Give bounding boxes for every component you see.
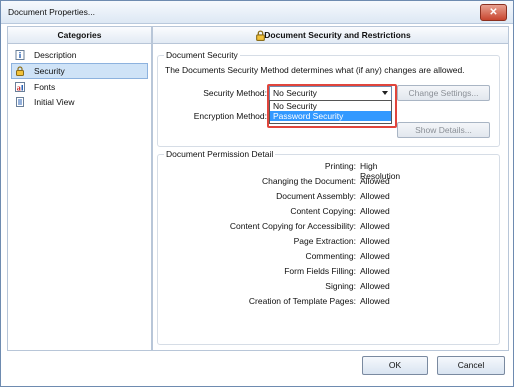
window-title: Document Properties... (8, 7, 95, 17)
close-button[interactable]: ✕ (480, 4, 507, 21)
cancel-button[interactable]: Cancel (437, 356, 505, 375)
category-label: Security (34, 66, 65, 76)
category-item-description[interactable]: Description (12, 48, 147, 62)
font-icon: a (15, 82, 25, 92)
permission-label: Commenting: (305, 251, 356, 261)
permission-label: Page Extraction: (293, 236, 356, 246)
document-properties-dialog: Document Properties... ✕ Categories Desc… (0, 0, 514, 387)
permission-value: Allowed (360, 281, 390, 291)
category-item-security[interactable]: Security (11, 63, 148, 79)
permission-value: Allowed (360, 191, 390, 201)
info-icon (15, 50, 25, 60)
highlight-callout (267, 84, 397, 128)
category-item-initial-view[interactable]: Initial View (12, 95, 147, 109)
permission-label: Content Copying for Accessibility: (229, 221, 356, 231)
permission-label: Creation of Template Pages: (248, 296, 356, 306)
title-bar: Document Properties... ✕ (1, 1, 513, 24)
panel-title: Document Security and Restrictions (264, 30, 411, 40)
permission-label: Content Copying: (290, 206, 356, 216)
lock-icon (16, 66, 24, 76)
permission-value: Allowed (360, 266, 390, 276)
permission-label: Printing: (324, 161, 356, 171)
permission-label: Document Assembly: (276, 191, 356, 201)
categories-pane: Categories Description Security a Fonts (7, 26, 152, 351)
permission-value: Allowed (360, 251, 390, 261)
ok-button[interactable]: OK (362, 356, 428, 375)
svg-text:a: a (17, 84, 21, 93)
permission-value: Allowed (360, 176, 390, 186)
permission-value: Allowed (360, 221, 390, 231)
show-details-button[interactable]: Show Details... (397, 122, 490, 138)
document-icon (16, 97, 24, 107)
lock-icon (256, 30, 265, 41)
categories-header: Categories (8, 27, 151, 44)
permission-value: Allowed (360, 236, 390, 246)
permission-value: Allowed (360, 206, 390, 216)
security-description: The Documents Security Method determines… (165, 65, 465, 75)
category-item-fonts[interactable]: a Fonts (12, 80, 147, 94)
security-panel: Document Security and Restrictions Docum… (152, 26, 509, 351)
category-label: Initial View (34, 97, 75, 107)
group-label: Document Permission Detail (164, 149, 276, 159)
panel-header: Document Security and Restrictions (153, 27, 508, 44)
permission-label: Signing: (325, 281, 356, 291)
permission-value: Allowed (360, 296, 390, 306)
permission-label: Form Fields Filling: (284, 266, 356, 276)
security-method-label: Security Method: (203, 88, 267, 98)
category-label: Description (34, 50, 77, 60)
group-label: Document Security (164, 50, 240, 60)
encryption-method-label: Encryption Method: (193, 111, 267, 121)
category-label: Fonts (34, 82, 56, 92)
change-settings-button[interactable]: Change Settings... (397, 85, 490, 101)
permission-label: Changing the Document: (261, 176, 356, 186)
